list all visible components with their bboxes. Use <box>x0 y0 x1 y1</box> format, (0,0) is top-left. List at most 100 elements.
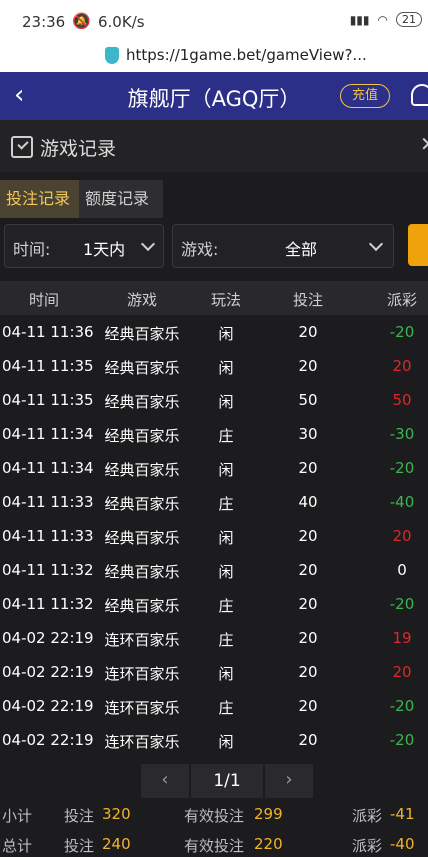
records-title: 游戏记录 <box>40 138 117 160</box>
subtotal-bet: 320 <box>102 805 131 823</box>
page-indicator: 1/1 <box>191 764 263 798</box>
row-game: 经典百家乐 <box>104 359 180 377</box>
row-time: 04-11 11:32 <box>2 595 94 613</box>
row-game: 经典百家乐 <box>104 597 180 615</box>
row-play: 闲 <box>218 665 234 683</box>
table-header: 时间 游戏 玩法 投注 派彩 <box>0 281 428 315</box>
row-payout: 20 <box>392 527 412 545</box>
row-game: 经典百家乐 <box>104 393 180 411</box>
row-play: 庄 <box>218 699 234 717</box>
table-row: 04-02 22:19 连环百家乐 闲 20 -20 <box>0 724 428 758</box>
row-game: 经典百家乐 <box>104 529 180 547</box>
row-payout: -20 <box>389 459 415 477</box>
total-valid-label: 有效投注 <box>184 837 245 855</box>
row-time: 04-02 22:19 <box>2 663 94 681</box>
row-payout: 19 <box>392 629 412 647</box>
game-select[interactable]: 游戏: 全部 <box>172 224 394 268</box>
row-play: 闲 <box>218 359 234 377</box>
records-tabs: 投注记录 额度记录 <box>0 180 163 218</box>
row-payout: 0 <box>397 561 407 579</box>
row-payout: 20 <box>392 357 412 375</box>
tab-credit-records[interactable]: 额度记录 <box>79 180 163 218</box>
row-payout: -20 <box>389 595 415 613</box>
row-bet: 20 <box>298 663 318 681</box>
row-bet: 20 <box>298 561 318 579</box>
table-row: 04-11 11:36 经典百家乐 闲 20 -20 <box>0 316 428 350</box>
col-time: 时间 <box>28 291 59 309</box>
game-select-label: 游戏: <box>181 240 219 259</box>
row-play: 闲 <box>218 325 234 343</box>
prev-page-button[interactable]: ‹ <box>141 764 189 798</box>
col-game: 游戏 <box>126 291 157 309</box>
row-payout: 20 <box>392 663 412 681</box>
browser-url-bar[interactable]: https://1game.bet/gameView?... <box>0 42 428 72</box>
total-valid: 220 <box>254 835 283 853</box>
subtotal-valid: 299 <box>254 805 283 823</box>
row-bet: 30 <box>298 425 318 443</box>
table-row: 04-02 22:19 连环百家乐 庄 20 -20 <box>0 690 428 724</box>
row-bet: 20 <box>298 731 318 749</box>
row-game: 连环百家乐 <box>104 631 180 649</box>
table-row: 04-11 11:34 经典百家乐 庄 30 -30 <box>0 418 428 452</box>
row-time: 04-02 22:19 <box>2 731 94 749</box>
chevron-down-icon <box>368 236 384 252</box>
total-bet: 240 <box>102 835 131 853</box>
col-payout: 派彩 <box>386 291 417 309</box>
total-bet-label: 投注 <box>64 837 95 855</box>
row-play: 庄 <box>218 631 234 649</box>
url-text[interactable]: https://1game.bet/gameView?... <box>126 46 367 64</box>
row-play: 闲 <box>218 529 234 547</box>
shield-icon <box>105 47 119 64</box>
status-time: 23:36 <box>22 13 66 31</box>
row-time: 04-11 11:32 <box>2 561 94 579</box>
pagination: ‹ 1/1 › <box>141 764 313 798</box>
next-page-button[interactable]: › <box>265 764 313 798</box>
subtotal-bet-label: 投注 <box>64 807 95 825</box>
row-game: 经典百家乐 <box>104 495 180 513</box>
bell-muted-icon: 🔕 <box>72 12 91 30</box>
row-payout: -30 <box>389 425 415 443</box>
status-bar: 23:36 🔕 6.0K/s ▮▮▮ ◠ 21 <box>0 0 428 42</box>
recharge-button[interactable]: 充值 <box>340 84 390 108</box>
row-bet: 50 <box>298 391 318 409</box>
records-panel-header: 游戏记录 ✕ <box>0 120 428 172</box>
row-payout: -40 <box>389 493 415 511</box>
tab-bet-records[interactable]: 投注记录 <box>0 180 79 218</box>
row-time: 04-11 11:33 <box>2 493 94 511</box>
row-game: 经典百家乐 <box>104 325 180 343</box>
subtotal-payout: -41 <box>390 805 415 823</box>
row-time: 04-11 11:36 <box>2 323 94 341</box>
row-time: 04-11 11:33 <box>2 527 94 545</box>
row-game: 连环百家乐 <box>104 665 180 683</box>
table-row: 04-11 11:33 经典百家乐 闲 20 20 <box>0 520 428 554</box>
search-button[interactable] <box>408 224 428 266</box>
row-game: 经典百家乐 <box>104 563 180 581</box>
row-payout: -20 <box>389 323 415 341</box>
checklist-icon <box>11 136 33 158</box>
row-bet: 20 <box>298 357 318 375</box>
table-row: 04-02 22:19 连环百家乐 庄 20 19 <box>0 622 428 656</box>
table-row: 04-11 11:32 经典百家乐 庄 20 -20 <box>0 588 428 622</box>
row-time: 04-11 11:34 <box>2 425 94 443</box>
table-row: 04-11 11:35 经典百家乐 闲 50 50 <box>0 384 428 418</box>
total-row: 总计 投注 240 有效投注 220 派彩 -40 <box>0 831 428 857</box>
row-play: 闲 <box>218 563 234 581</box>
app-header: ‹ 旗舰厅（AGQ厅） 充值 <box>0 72 428 120</box>
row-bet: 40 <box>298 493 318 511</box>
row-play: 闲 <box>218 393 234 411</box>
table-row: 04-11 11:32 经典百家乐 闲 20 0 <box>0 554 428 588</box>
row-payout: -20 <box>389 731 415 749</box>
row-game: 连环百家乐 <box>104 733 180 751</box>
time-select[interactable]: 时间: 1天内 <box>4 224 164 268</box>
subtotal-label: 小计 <box>2 807 33 825</box>
total-payout: -40 <box>390 835 415 853</box>
row-bet: 20 <box>298 527 318 545</box>
close-icon[interactable]: ✕ <box>420 132 428 156</box>
row-time: 04-11 11:35 <box>2 357 94 375</box>
time-select-value: 1天内 <box>83 240 126 259</box>
row-bet: 20 <box>298 323 318 341</box>
customer-service-icon[interactable] <box>411 84 428 106</box>
table-row: 04-02 22:19 连环百家乐 闲 20 20 <box>0 656 428 690</box>
table-row: 04-11 11:35 经典百家乐 闲 20 20 <box>0 350 428 384</box>
row-payout: 50 <box>392 391 412 409</box>
